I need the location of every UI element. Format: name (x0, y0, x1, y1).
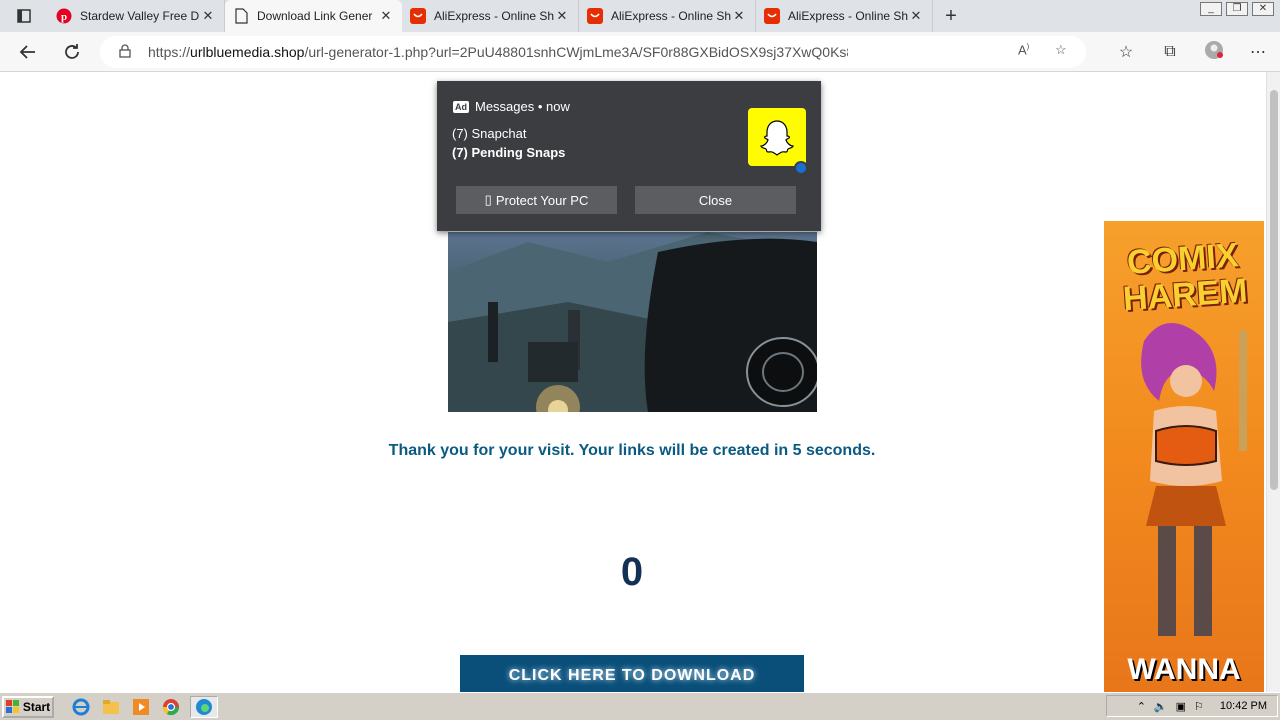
tab-title: AliExpress - Online Sh (434, 9, 554, 23)
internet-explorer-icon[interactable] (70, 696, 92, 718)
restore-icon[interactable]: ❐ (1226, 2, 1248, 16)
countdown-counter: 0 (620, 550, 644, 594)
lock-icon[interactable] (114, 43, 136, 61)
close-tab-icon[interactable]: ✕ (908, 8, 924, 24)
back-arrow-icon (19, 44, 35, 59)
back-button[interactable] (8, 32, 48, 72)
address-bar[interactable]: https://urlbluemedia.shop/url-generator-… (100, 36, 1086, 68)
media-player-icon[interactable] (130, 696, 152, 718)
start-label: Start (22, 699, 51, 714)
url-host: urlbluemedia.shop (190, 44, 305, 60)
system-tray: ⌃ 🔈 ▣ ⚐ 10:42 PM (1106, 695, 1278, 717)
ad-title: COMIX HAREM (1121, 236, 1249, 319)
tab-title: AliExpress - Online Sh (611, 9, 731, 23)
ad-badge-icon: Ad (453, 100, 469, 113)
page-icon (233, 8, 249, 24)
svg-text:p: p (61, 11, 67, 23)
tab-aliexpress-1[interactable]: AliExpress - Online Sh ✕ (402, 0, 579, 32)
url-text: https://urlbluemedia.shop/url-generator-… (148, 44, 848, 60)
tab-download-link[interactable]: Download Link Gener ✕ (225, 0, 402, 32)
close-window-icon[interactable]: ✕ (1252, 2, 1274, 16)
ad-illustration (1141, 323, 1247, 636)
volume-icon[interactable]: 🔈 (1154, 700, 1168, 713)
profile-avatar[interactable] (1202, 40, 1226, 65)
notification-app: Messages • now (475, 99, 570, 114)
hero-image (448, 232, 817, 412)
reply-badge-icon (794, 161, 808, 175)
tab-actions-button[interactable] (0, 0, 48, 32)
edge-icon[interactable] (190, 695, 218, 718)
shield-icon: ▯ (484, 192, 492, 207)
windows-logo-icon (5, 699, 19, 713)
favorites-icon[interactable]: ☆ (1114, 42, 1138, 62)
side-advertisement[interactable]: COMIX HAREM WANNA (1104, 221, 1264, 692)
close-tab-icon[interactable]: ✕ (554, 8, 570, 24)
aliexpress-icon (587, 8, 603, 24)
ad-notification-popup: Ad Messages • now (7) Snapchat (7) Pendi… (437, 81, 821, 231)
ad-tagline: WANNA (1127, 653, 1241, 686)
clock[interactable]: 10:42 PM (1220, 700, 1267, 712)
aliexpress-icon (410, 8, 426, 24)
collections-icon[interactable]: ⧉ (1158, 43, 1182, 61)
thank-you-message: Thank you for your visit. Your links wil… (388, 442, 876, 459)
quick-launch (70, 695, 218, 718)
start-button[interactable]: Start (2, 695, 54, 718)
address-toolbar: https://urlbluemedia.shop/url-generator-… (0, 32, 1280, 72)
page-scrollbar[interactable] (1266, 72, 1280, 692)
notification-close-button[interactable]: Close (635, 186, 796, 214)
url-prefix: https:// (148, 44, 191, 60)
refresh-icon (65, 43, 79, 59)
scrollbar-thumb[interactable] (1270, 90, 1278, 490)
tab-title: AliExpress - Online Sh (788, 9, 908, 23)
add-favorite-icon[interactable]: ☆ (1055, 42, 1067, 58)
tab-title: Download Link Gener (257, 9, 373, 23)
tab-stardew[interactable]: p Stardew Valley Free D ✕ (48, 0, 225, 32)
url-path: /url-generator-1.php?url=2PuU48801snhCWj… (304, 44, 848, 60)
tab-aliexpress-3[interactable]: AliExpress - Online Sh ✕ (756, 0, 933, 32)
snapchat-icon (748, 108, 806, 166)
notification-line2: (7) Pending Snaps (452, 145, 566, 160)
tab-aliexpress-2[interactable]: AliExpress - Online Sh ✕ (579, 0, 756, 32)
aliexpress-icon (764, 8, 780, 24)
close-tab-icon[interactable]: ✕ (200, 8, 216, 24)
show-hidden-icons[interactable]: ⌃ (1137, 700, 1146, 713)
file-explorer-icon[interactable] (100, 696, 122, 718)
minimize-icon[interactable]: _ (1200, 2, 1222, 16)
network-icon[interactable]: ▣ (1176, 700, 1186, 713)
read-aloud-icon[interactable]: A) (1018, 42, 1029, 57)
close-tab-icon[interactable]: ✕ (378, 8, 394, 24)
windows-taskbar: Start ⌃ 🔈 ▣ ⚐ 10:42 PM (0, 692, 1280, 720)
window-controls: _ ❐ ✕ (1194, 0, 1280, 18)
anyrun-watermark: ANY RUN (1038, 684, 1252, 692)
tab-bar: p Stardew Valley Free D ✕ Download Link … (0, 0, 1280, 32)
action-center-flag-icon[interactable]: ⚐ (1194, 700, 1204, 713)
tab-title: Stardew Valley Free D (80, 9, 200, 23)
pinterest-icon: p (56, 8, 72, 24)
more-options-icon[interactable]: ⋯ (1246, 42, 1270, 62)
notification-header: Ad Messages • now (453, 99, 570, 114)
chrome-icon[interactable] (160, 696, 182, 718)
close-tab-icon[interactable]: ✕ (731, 8, 747, 24)
refresh-button[interactable] (52, 32, 92, 72)
new-tab-button[interactable]: + (933, 5, 969, 28)
browser-tools: ☆ ⧉ ⋯ (1114, 32, 1270, 72)
protect-pc-button[interactable]: ▯ Protect Your PC (456, 186, 617, 214)
protect-pc-label: Protect Your PC (495, 192, 589, 208)
download-button[interactable]: CLICK HERE TO DOWNLOAD (460, 655, 804, 692)
tab-actions-icon (17, 9, 31, 23)
notification-line1: (7) Snapchat (452, 126, 527, 141)
